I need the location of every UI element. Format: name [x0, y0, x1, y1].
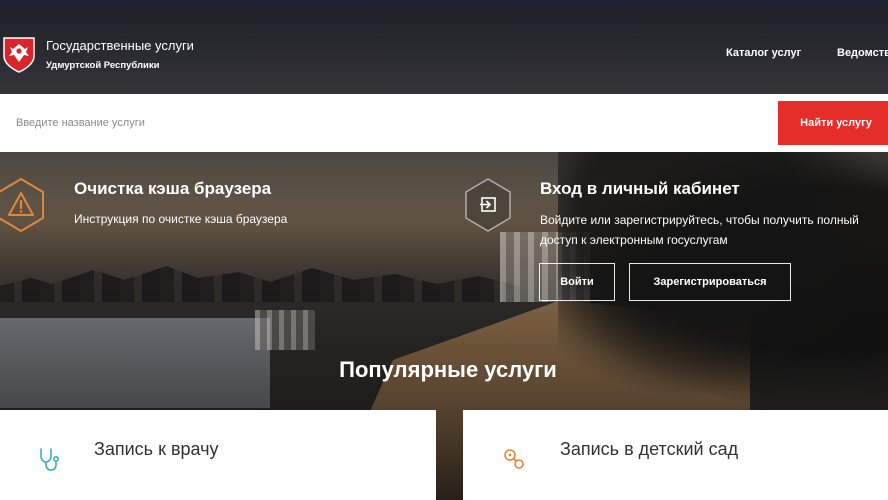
popular-services-title: Популярные услуги [339, 357, 557, 382]
cabinet-description: Войдите или зарегистрируйтесь, чтобы пол… [540, 213, 859, 247]
pier [255, 310, 315, 350]
cabinet-title: Вход в личный кабинет [540, 179, 740, 198]
cache-description[interactable]: Инструкция по очистке кэша браузера [74, 212, 287, 226]
nav-departments[interactable]: Ведомства [837, 47, 888, 59]
register-button[interactable]: Зарегистрироваться [629, 263, 791, 301]
cache-title[interactable]: Очистка кэша браузера [74, 179, 271, 199]
search-input[interactable] [0, 94, 770, 152]
city-skyline [0, 266, 520, 302]
service-label-kindergarten: Запись в детский сад [560, 439, 739, 459]
site-header: Государственные услуги Удмуртской Респуб… [0, 10, 888, 94]
search-button[interactable]: Найти услугу [778, 101, 888, 145]
warning-icon [0, 177, 44, 233]
stethoscope-icon [40, 448, 59, 471]
service-card-doctor[interactable]: Запись к врачу [0, 410, 436, 500]
login-icon [465, 178, 511, 232]
coat-of-arms-icon[interactable] [2, 34, 36, 74]
brand-title[interactable]: Государственные услуги [46, 38, 194, 53]
login-button[interactable]: Войти [539, 263, 615, 301]
rattle-icon [504, 449, 524, 469]
browser-top-strip [0, 0, 888, 10]
nav-catalog[interactable]: Каталог услуг [726, 47, 801, 59]
service-card-kindergarten[interactable]: Запись в детский сад [463, 410, 888, 500]
service-label-doctor: Запись к врачу [94, 439, 219, 459]
search-bar: Найти услугу [0, 94, 888, 152]
brand-subtitle: Удмуртской Республики [46, 60, 160, 71]
